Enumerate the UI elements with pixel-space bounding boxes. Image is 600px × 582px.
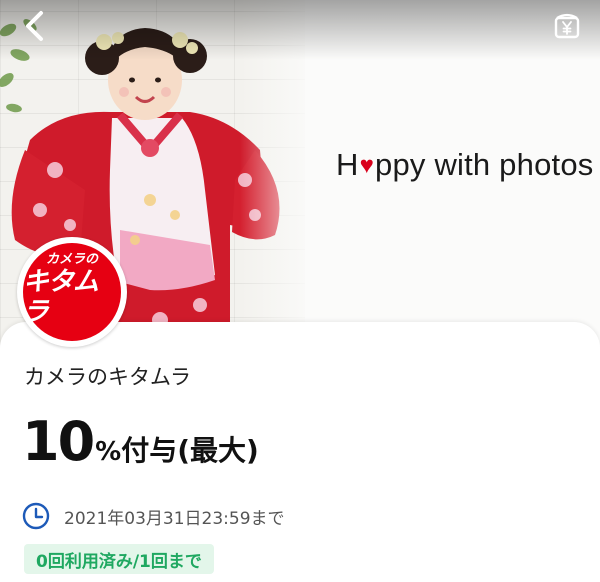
usage-badge: 0回利用済み/1回まで xyxy=(24,544,214,574)
reward-rate: 10 xyxy=(22,410,95,473)
reward-description: 付与(最大) xyxy=(121,434,259,467)
chevron-left-icon xyxy=(26,11,43,41)
deadline-text: 2021年03月31日23:59まで xyxy=(64,508,285,529)
store-name: カメラのキタムラ xyxy=(24,365,191,389)
tagline-rest: ppy with photos xyxy=(375,147,594,182)
wallet-button[interactable] xyxy=(549,7,585,43)
clock-icon xyxy=(22,502,50,530)
hero-tagline: H♥ppy with photos xyxy=(336,147,593,183)
reward-summary: 10 % 付与(最大) xyxy=(22,410,259,473)
yen-wallet-icon xyxy=(554,13,580,39)
brand-logo-badge: カメラの キタムラ xyxy=(23,243,121,341)
logo-top-text: カメラの xyxy=(45,252,98,267)
logo-main-text: キタムラ xyxy=(23,267,99,327)
brand-logo: カメラの キタムラ xyxy=(17,237,127,347)
coupon-card: カメラのキタムラ 10 % 付与(最大) 2021年03月31日23:59まで … xyxy=(0,322,600,582)
tagline-h: H xyxy=(336,147,359,182)
deadline-row: 2021年03月31日23:59まで xyxy=(22,502,285,530)
back-button[interactable] xyxy=(16,6,52,46)
heart-icon: ♥ xyxy=(359,152,375,179)
top-shade xyxy=(0,0,600,60)
reward-unit: % xyxy=(95,437,122,467)
